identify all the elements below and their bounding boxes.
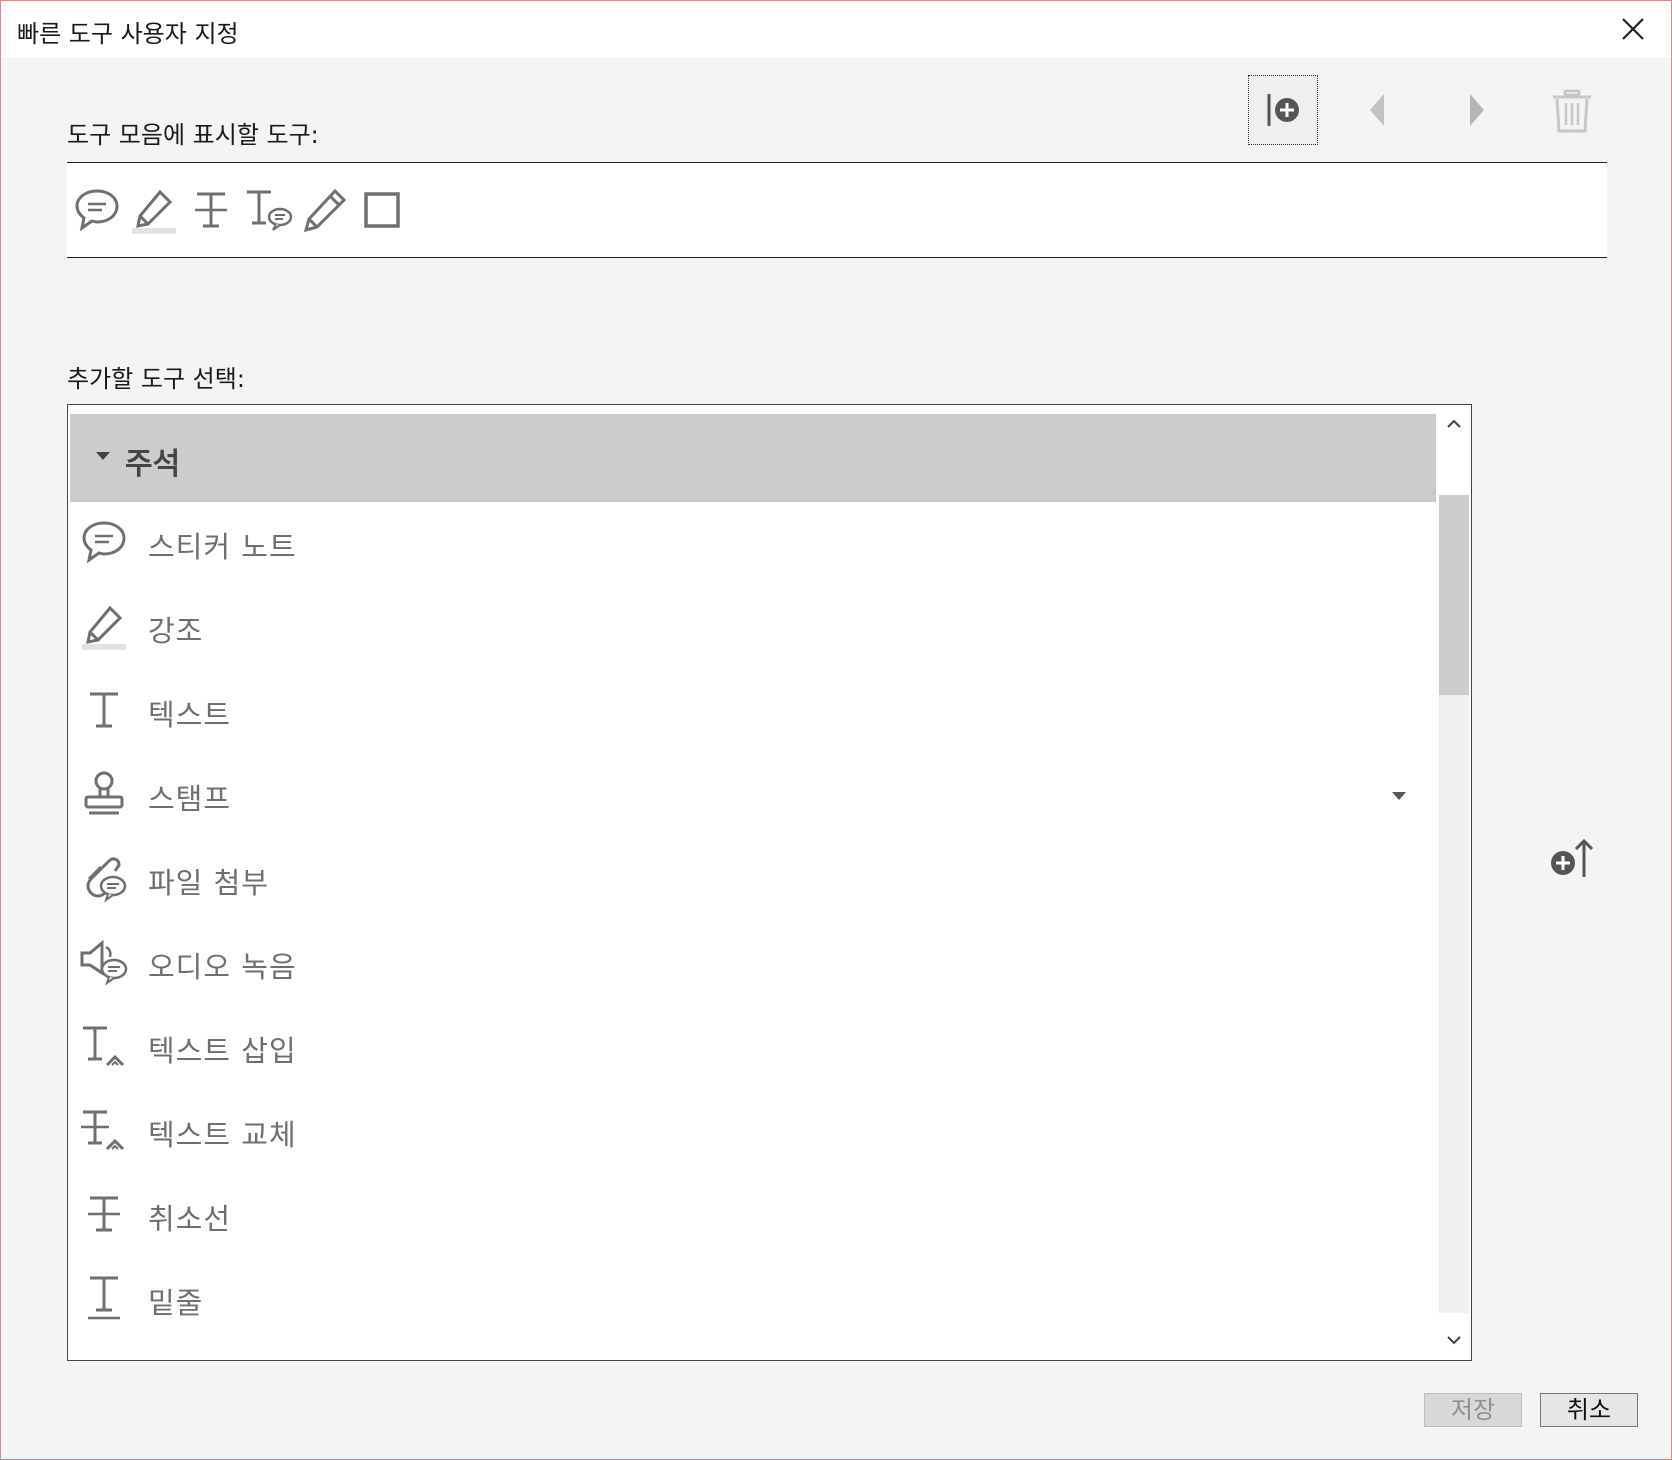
audio-record-icon bbox=[78, 936, 130, 988]
list-item-label: 스티커 노트 bbox=[148, 530, 297, 564]
insert-text-icon bbox=[78, 1020, 130, 1072]
dialog-title: 빠른 도구 사용자 지정 bbox=[17, 20, 239, 48]
replace-text-icon bbox=[78, 1104, 130, 1156]
arrow-left-icon bbox=[1370, 94, 1384, 126]
add-selected-tool-button[interactable] bbox=[1546, 833, 1598, 885]
list-item-label: 파일 첨부 bbox=[148, 866, 269, 900]
trash-icon bbox=[1553, 89, 1591, 133]
rectangle-icon bbox=[364, 192, 400, 228]
delete-button[interactable] bbox=[1537, 75, 1607, 145]
list-item-label: 취소선 bbox=[148, 1202, 232, 1236]
attach-file-icon bbox=[78, 852, 130, 904]
highlight-icon bbox=[132, 189, 176, 234]
cancel-button[interactable]: 취소 bbox=[1540, 1393, 1638, 1427]
close-button[interactable] bbox=[1619, 15, 1647, 43]
list-item-label: 강조 bbox=[148, 614, 204, 648]
list-item-attach-file[interactable]: 파일 첨부 bbox=[70, 838, 1436, 922]
list-item-label: 오디오 녹음 bbox=[148, 950, 297, 984]
list-item-label: 밑줄 bbox=[148, 1286, 204, 1320]
list-item-label: 텍스트 bbox=[148, 698, 232, 732]
tools-list: 주석 스티커 노트 강조 텍스트 스탬프 파일 첨부 오디오 녹음 텍스트 삽입… bbox=[67, 404, 1472, 1361]
caret-down-icon bbox=[96, 452, 110, 460]
stamp-dropdown-icon[interactable] bbox=[1392, 792, 1406, 800]
close-icon bbox=[1622, 18, 1644, 40]
list-item-strikethrough[interactable]: 취소선 bbox=[70, 1174, 1436, 1258]
highlight-icon bbox=[78, 600, 130, 652]
list-item-sticky-note[interactable]: 스티커 노트 bbox=[70, 502, 1436, 586]
list-item-replace-text[interactable]: 텍스트 교체 bbox=[70, 1090, 1436, 1174]
save-button[interactable]: 저장 bbox=[1424, 1393, 1522, 1427]
list-item-label: 텍스트 삽입 bbox=[148, 1034, 297, 1068]
toolbar-tool-text-comment[interactable] bbox=[243, 185, 293, 235]
add-to-toolbar-button[interactable] bbox=[1248, 75, 1318, 145]
underline-icon bbox=[78, 1272, 130, 1324]
add-up-arrow-icon bbox=[1551, 838, 1594, 877]
select-tools-label: 추가할 도구 선택: bbox=[67, 365, 245, 393]
title-bar: 빠른 도구 사용자 지정 bbox=[1, 1, 1671, 58]
strikethrough-icon bbox=[78, 1188, 130, 1240]
strikethrough-icon bbox=[195, 192, 227, 228]
toolbar-tool-highlight[interactable] bbox=[129, 185, 179, 235]
toolbar-tool-sticky-note[interactable] bbox=[72, 185, 122, 235]
group-header-annotations[interactable]: 주석 bbox=[70, 414, 1436, 502]
toolbar-tool-pencil[interactable] bbox=[300, 185, 350, 235]
stamp-icon bbox=[78, 768, 130, 820]
text-comment-icon bbox=[247, 190, 293, 231]
current-toolbar-strip bbox=[67, 162, 1607, 258]
insert-add-icon bbox=[1267, 94, 1299, 126]
scroll-thumb[interactable] bbox=[1439, 495, 1469, 695]
toolbar-tool-rectangle[interactable] bbox=[357, 185, 407, 235]
scroll-down-icon[interactable] bbox=[1445, 1331, 1463, 1349]
toolbar-tool-strikethrough[interactable] bbox=[186, 185, 236, 235]
sticky-note-icon bbox=[75, 189, 119, 232]
pencil-icon bbox=[303, 188, 347, 233]
toolbar-tools-label: 도구 모음에 표시할 도구: bbox=[67, 121, 319, 149]
text-icon bbox=[78, 684, 130, 736]
list-item-stamp[interactable]: 스탬프 bbox=[70, 754, 1436, 838]
list-scrollbar[interactable] bbox=[1437, 405, 1471, 1360]
group-label: 주석 bbox=[125, 447, 181, 482]
list-item-label: 스탬프 bbox=[148, 782, 232, 816]
list-item-text[interactable]: 텍스트 bbox=[70, 670, 1436, 754]
sticky-note-icon bbox=[78, 516, 130, 568]
customize-quick-tools-dialog: 빠른 도구 사용자 지정 도구 모음에 표시할 도구: 추가할 도구 선택: 주… bbox=[0, 0, 1672, 1460]
move-left-button[interactable] bbox=[1343, 75, 1413, 145]
list-item-label: 텍스트 교체 bbox=[148, 1118, 297, 1152]
move-right-button[interactable] bbox=[1441, 75, 1511, 145]
list-item-audio-record[interactable]: 오디오 녹음 bbox=[70, 922, 1436, 1006]
list-item-underline[interactable]: 밑줄 bbox=[70, 1258, 1436, 1342]
list-item-highlight[interactable]: 강조 bbox=[70, 586, 1436, 670]
arrow-right-icon bbox=[1470, 94, 1484, 126]
list-item-insert-text[interactable]: 텍스트 삽입 bbox=[70, 1006, 1436, 1090]
scroll-up-icon[interactable] bbox=[1445, 415, 1463, 433]
